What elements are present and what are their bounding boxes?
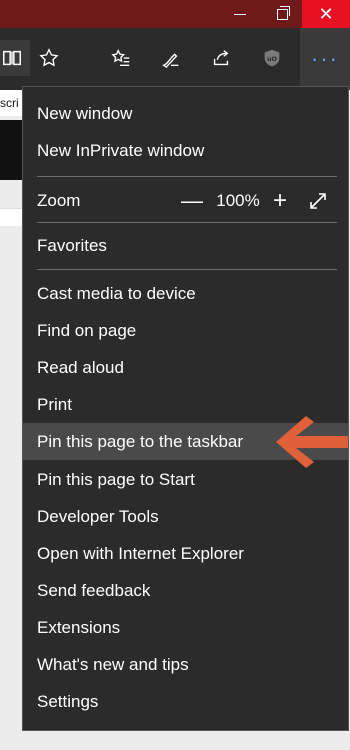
menu-item-label: Favorites xyxy=(37,235,107,255)
menu-item-label: Find on page xyxy=(37,320,137,340)
menu-item-find-on-page[interactable]: Find on page xyxy=(23,312,348,349)
share-icon xyxy=(213,50,229,66)
favorites-hub-button[interactable] xyxy=(103,40,139,76)
title-bar: ✕ xyxy=(0,0,350,28)
ublock-extension-icon: uO xyxy=(264,49,280,67)
menu-item-label: Pin this page to Start xyxy=(37,469,195,489)
menu-item-label: New window xyxy=(37,103,133,123)
minus-icon: — xyxy=(181,188,203,213)
annotation-arrow-icon xyxy=(276,416,348,468)
svg-text:uO: uO xyxy=(267,55,278,63)
menu-item-send-feedback[interactable]: Send feedback xyxy=(23,572,348,609)
restore-icon xyxy=(276,5,290,20)
settings-and-more-button[interactable]: ··· xyxy=(300,28,350,90)
close-button[interactable]: ✕ xyxy=(302,0,350,28)
settings-menu: New window New InPrivate window Zoom — 1… xyxy=(22,86,349,731)
menu-divider xyxy=(37,269,337,270)
menu-divider xyxy=(37,222,337,223)
zoom-level: 100% xyxy=(216,191,260,210)
menu-item-label: Cast media to device xyxy=(37,283,196,303)
page-text-fragment: scri xyxy=(0,96,19,110)
full-screen-icon xyxy=(310,193,326,209)
menu-item-whats-new[interactable]: What's new and tips xyxy=(23,646,348,683)
share-button[interactable] xyxy=(203,40,239,76)
close-icon: ✕ xyxy=(318,3,334,24)
zoom-row: Zoom — 100% + xyxy=(23,181,348,221)
web-note-button[interactable] xyxy=(153,40,189,76)
minimize-icon xyxy=(234,13,246,15)
menu-item-label: Extensions xyxy=(37,617,121,637)
menu-item-new-inprivate[interactable]: New InPrivate window xyxy=(23,132,348,169)
menu-item-label: Read aloud xyxy=(37,357,124,377)
menu-item-developer-tools[interactable]: Developer Tools xyxy=(23,498,348,535)
more-dots-icon: ··· xyxy=(311,46,339,71)
page-white-block xyxy=(0,208,22,226)
menu-item-cast-media[interactable]: Cast media to device xyxy=(23,275,348,312)
menu-item-label: Pin this page to the taskbar xyxy=(37,431,244,451)
plus-icon: + xyxy=(272,187,287,214)
menu-item-label: New InPrivate window xyxy=(37,140,205,160)
web-note-pen-icon xyxy=(162,53,179,69)
menu-item-read-aloud[interactable]: Read aloud xyxy=(23,349,348,386)
menu-item-extensions[interactable]: Extensions xyxy=(23,609,348,646)
full-screen-button[interactable] xyxy=(305,188,331,214)
menu-item-open-ie[interactable]: Open with Internet Explorer xyxy=(23,535,348,572)
menu-divider xyxy=(37,176,337,177)
minimize-button[interactable] xyxy=(220,0,260,28)
restore-button[interactable] xyxy=(262,0,302,28)
zoom-in-button[interactable]: + xyxy=(267,187,293,214)
reading-view-icon xyxy=(3,50,21,66)
menu-item-new-window[interactable]: New window xyxy=(23,95,348,132)
menu-item-settings[interactable]: Settings xyxy=(23,683,348,720)
menu-item-label: Print xyxy=(37,394,72,414)
menu-item-label: What's new and tips xyxy=(37,654,189,674)
favorite-star-icon xyxy=(39,48,59,67)
menu-item-label: Open with Internet Explorer xyxy=(37,543,244,563)
menu-item-label: Settings xyxy=(37,691,99,711)
reading-view-button[interactable] xyxy=(0,40,30,76)
page-dark-block xyxy=(0,120,22,180)
favorites-hub-icon xyxy=(111,49,130,67)
add-favorite-button[interactable] xyxy=(31,40,67,76)
page-tab-fragment: scri xyxy=(0,90,22,116)
menu-item-label: Developer Tools xyxy=(37,506,159,526)
menu-item-favorites[interactable]: Favorites xyxy=(23,227,348,264)
browser-toolbar: uO ··· xyxy=(0,28,350,90)
menu-item-label: Send feedback xyxy=(37,580,151,600)
zoom-out-button[interactable]: — xyxy=(179,188,205,214)
zoom-label: Zoom xyxy=(37,191,81,210)
ublock-extension-button[interactable]: uO xyxy=(254,40,290,76)
